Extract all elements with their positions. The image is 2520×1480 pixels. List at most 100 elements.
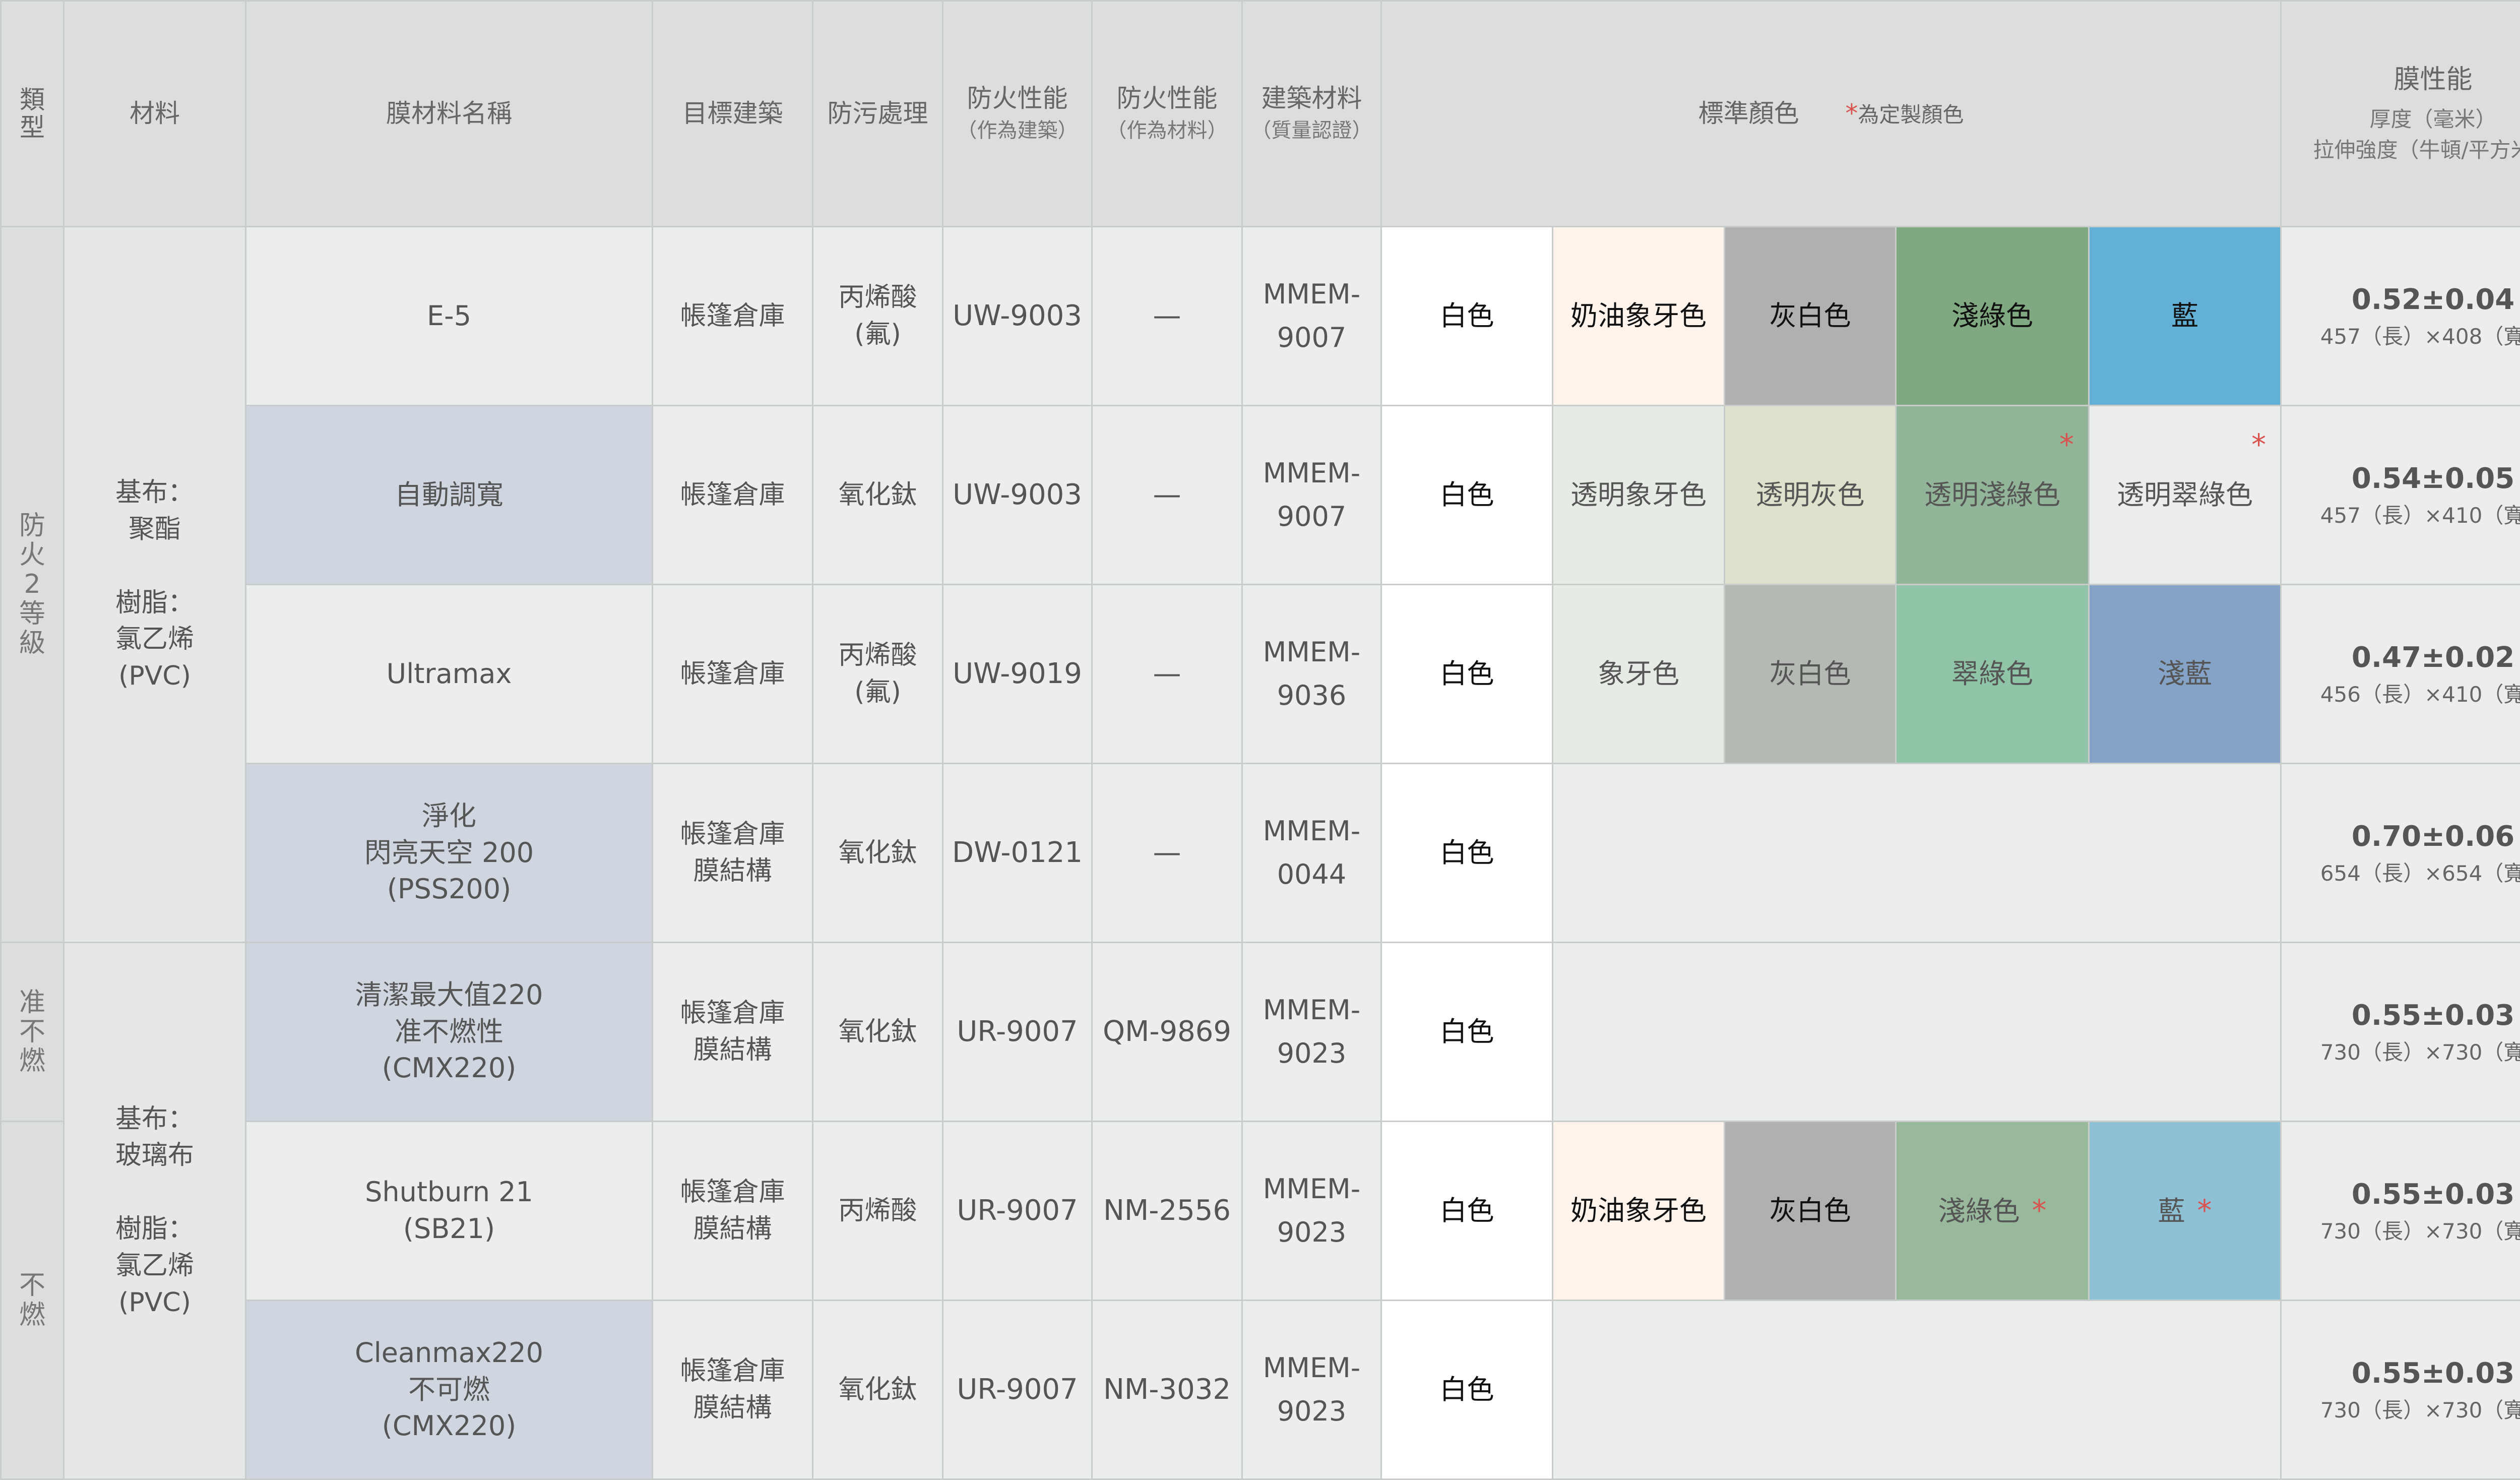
swatch-light-green: 淺綠色	[1895, 226, 2090, 406]
fire-building-code: UR-9007	[942, 942, 1093, 1122]
header-building-material-sub: （質量認證）	[1251, 119, 1372, 143]
fire-material-code: —	[1091, 763, 1243, 943]
swatch-empty	[1551, 942, 2282, 1122]
thickness: 0.55±0.03	[2351, 1178, 2515, 1211]
product-name: 自動調寬	[245, 405, 653, 585]
header-target: 目標建築	[652, 0, 813, 227]
antifouling: 丙烯酸	[812, 1121, 943, 1301]
header-perf: 膜性能 厚度（毫米） 拉伸強度（牛頓/平方米）	[2280, 0, 2520, 227]
swatch-ivory: 象牙色	[1552, 584, 1725, 764]
header-custom-note: 為定製顏色	[1858, 102, 1964, 127]
swatch-gray-white: 灰白色	[1724, 226, 1897, 406]
tensile-strength: 654（長）×654（寬）	[2320, 860, 2520, 886]
antifouling: 氧化鈦	[812, 1300, 943, 1480]
thickness: 0.47±0.02	[2351, 641, 2515, 674]
target-building: 帳篷倉庫	[652, 405, 813, 585]
custom-star-icon: *	[2197, 1193, 2212, 1228]
header-type: 類 型	[0, 0, 65, 227]
fire-material-code: —	[1091, 226, 1243, 406]
building-material-code: MMEM- 9007	[1241, 226, 1382, 406]
fire-building-code: UW-9003	[942, 405, 1093, 585]
perf-cell: 0.70±0.06 654（長）×654（寬）	[2280, 763, 2520, 943]
antifouling: 丙烯酸 (氟)	[812, 226, 943, 406]
thickness: 0.70±0.06	[2351, 820, 2515, 853]
thickness: 0.54±0.05	[2351, 462, 2515, 496]
perf-cell: 0.55±0.03 730（長）×730（寬）	[2280, 942, 2520, 1122]
target-building: 帳篷倉庫 膜結構	[652, 763, 813, 943]
target-building: 帳篷倉庫 膜結構	[652, 942, 813, 1122]
swatch-cream-ivory: 奶油象牙色	[1552, 226, 1725, 406]
swatch-trans-gray: 透明灰色	[1724, 405, 1897, 585]
target-building: 帳篷倉庫 膜結構	[652, 1300, 813, 1480]
fire-building-code: UR-9007	[942, 1121, 1093, 1301]
custom-star-icon: *	[1845, 98, 1858, 128]
product-name: 清潔最大值220 准不燃性 (CMX220)	[245, 942, 653, 1122]
tensile-strength: 457（長）×410（寬）	[2320, 503, 2520, 528]
type-grade2: 防 火 2 等 級	[0, 226, 65, 943]
fire-building-code: UW-9019	[942, 584, 1093, 764]
perf-cell: 0.54±0.05 457（長）×410（寬）	[2280, 405, 2520, 585]
header-fire-material-label: 防火性能	[1116, 83, 1218, 113]
thickness: 0.52±0.04	[2351, 283, 2515, 317]
tensile-strength: 730（長）×730（寬）	[2320, 1039, 2520, 1065]
header-fire-building: 防火性能 （作為建築）	[942, 0, 1093, 227]
header-antifouling: 防污處理	[812, 0, 943, 227]
product-name: Shutburn 21 (SB21)	[245, 1121, 653, 1301]
table-row: 淨化 閃亮天空 200 (PSS200) 帳篷倉庫 膜結構 氧化鈦 DW-012…	[1, 763, 2520, 943]
product-name: 淨化 閃亮天空 200 (PSS200)	[245, 763, 653, 943]
swatch-white: 白色	[1380, 226, 1553, 406]
perf-cell: 0.52±0.04 457（長）×408（寬）	[2280, 226, 2520, 406]
material-glass: 基布： 玻璃布 樹脂： 氯乙烯 (PVC)	[63, 942, 246, 1480]
perf-cell: 0.55±0.03 730（長）×730（寬）	[2280, 1121, 2520, 1301]
swatch-gray-white: 灰白色	[1724, 584, 1897, 764]
perf-cell: 0.55±0.03 730（長）×730（寬）	[2280, 1300, 2520, 1480]
fire-building-code: DW-0121	[942, 763, 1093, 943]
building-material-code: MMEM- 9007	[1241, 405, 1382, 585]
fire-material-code: NM-3032	[1091, 1300, 1243, 1480]
table-row: 防 火 2 等 級 基布： 聚酯 樹脂： 氯乙烯 (PVC) E-5 帳篷倉庫 …	[0, 226, 2520, 943]
fire-building-code: UR-9007	[942, 1300, 1093, 1480]
swatch-white: 白色	[1380, 584, 1553, 764]
antifouling: 丙烯酸 (氟)	[812, 584, 943, 764]
table-row: Ultramax 帳篷倉庫 丙烯酸 (氟) UW-9019 — MMEM- 90…	[1, 584, 2520, 764]
target-building: 帳篷倉庫	[652, 226, 813, 406]
header-material: 材料	[63, 0, 246, 227]
table-row: Cleanmax220 不可燃 (CMX220) 帳篷倉庫 膜結構 氧化鈦 UR…	[1, 1300, 2520, 1480]
antifouling: 氧化鈦	[812, 763, 943, 943]
swatch-trans-light-green: 透明淺綠色 *	[1895, 405, 2090, 585]
swatch-trans-jade: 透明翠綠色 *	[2088, 405, 2282, 585]
swatch-blue: 藍 *	[2088, 1121, 2282, 1301]
table-row: 自動調寬 帳篷倉庫 氧化鈦 UW-9003 — MMEM- 9007 白色 透明…	[1, 405, 2520, 585]
thickness: 0.55±0.03	[2351, 999, 2515, 1032]
header-fire-building-label: 防火性能	[967, 83, 1068, 113]
table-row: 不 燃 Shutburn 21 (SB21) 帳篷倉庫 膜結構 丙烯酸 UR-9…	[0, 1121, 2520, 1480]
swatch-trans-ivory: 透明象牙色	[1552, 405, 1725, 585]
product-name: Cleanmax220 不可燃 (CMX220)	[245, 1300, 653, 1480]
header-name: 膜材料名稱	[245, 0, 653, 227]
membrane-spec-table: 類 型 材料 膜材料名稱 目標建築 防污處理 防火性能 （作為建築） 防火性能 …	[0, 0, 2520, 1480]
product-name: Ultramax	[245, 584, 653, 764]
fire-material-code: —	[1091, 405, 1243, 585]
swatch-white: 白色	[1380, 405, 1553, 585]
header-fire-material: 防火性能 （作為材料）	[1091, 0, 1243, 227]
swatch-empty	[1551, 763, 2282, 943]
tensile-strength: 457（長）×408（寬）	[2320, 324, 2520, 349]
target-building: 帳篷倉庫 膜結構	[652, 1121, 813, 1301]
swatch-jade: 翠綠色	[1895, 584, 2090, 764]
tensile-strength: 456（長）×410（寬）	[2320, 682, 2520, 707]
building-material-code: MMEM- 9023	[1241, 1300, 1382, 1480]
fire-material-code: QM-9869	[1091, 942, 1243, 1122]
tensile-strength: 730（長）×730（寬）	[2320, 1397, 2520, 1423]
perf-cell: 0.47±0.02 456（長）×410（寬）	[2280, 584, 2520, 764]
custom-star-icon: *	[2032, 1193, 2047, 1228]
swatch-light-blue: 淺藍	[2088, 584, 2282, 764]
swatch-white: 白色	[1380, 1300, 1553, 1480]
table-row: 准 不 燃 基布： 玻璃布 樹脂： 氯乙烯 (PVC) 清潔最大值220 准不燃…	[0, 942, 2520, 1480]
building-material-code: MMEM- 9036	[1241, 584, 1382, 764]
target-building: 帳篷倉庫	[652, 584, 813, 764]
antifouling: 氧化鈦	[812, 942, 943, 1122]
antifouling: 氧化鈦	[812, 405, 943, 585]
header-fire-building-sub: （作為建築）	[957, 119, 1078, 143]
header-std-color-label: 標準顏色	[1698, 98, 1799, 128]
header-building-material: 建築材料 （質量認證）	[1241, 0, 1382, 227]
